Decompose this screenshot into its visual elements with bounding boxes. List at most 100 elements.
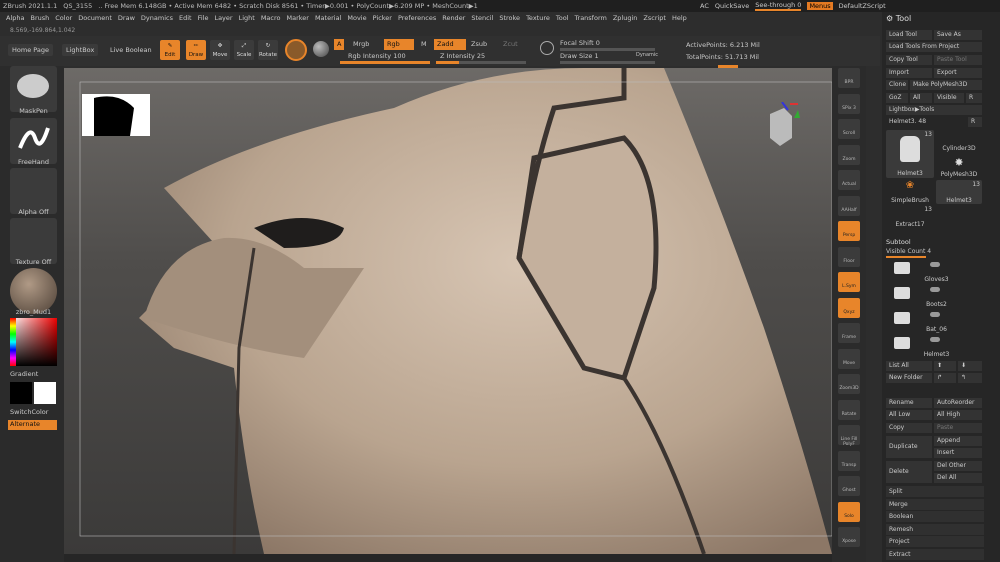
menu-brush[interactable]: Brush	[30, 14, 49, 24]
orientation-head-icon[interactable]	[762, 101, 802, 152]
zcut-toggle[interactable]: Zcut	[500, 39, 521, 50]
alternate-button[interactable]: Alternate	[8, 420, 57, 430]
menu-dynamics[interactable]: Dynamics	[141, 14, 173, 24]
all-button[interactable]: All	[910, 93, 932, 103]
mrgb-toggle[interactable]: Mrgb	[350, 39, 372, 50]
menu-material[interactable]: Material	[315, 14, 341, 24]
menu-texture[interactable]: Texture	[526, 14, 550, 24]
menus-toggle[interactable]: Menus	[807, 2, 833, 10]
copy-subtool-button[interactable]: Copy	[886, 423, 932, 433]
hue-strip[interactable]	[10, 318, 16, 366]
shelf-solo-button[interactable]: Solo	[838, 501, 860, 522]
menu-picker[interactable]: Picker	[373, 14, 392, 24]
section-remesh[interactable]: Remesh	[886, 523, 984, 535]
dynamic-toggle[interactable]: Dynamic	[636, 52, 658, 58]
focal-shift-slider[interactable]	[560, 48, 655, 51]
shelf-bpr-button[interactable]: BPR	[838, 68, 860, 88]
section-split[interactable]: Split	[886, 486, 984, 497]
menu-color[interactable]: Color	[55, 14, 72, 24]
quicksave-button[interactable]: QuickSave	[715, 2, 749, 10]
load-from-project-button[interactable]: Load Tools From Project	[886, 42, 982, 52]
visible-count[interactable]: Visible Count 4	[886, 248, 931, 255]
section-project[interactable]: Project	[886, 536, 984, 547]
menu-stroke[interactable]: Stroke	[499, 14, 520, 24]
paste-subtool-button[interactable]: Paste	[934, 423, 982, 433]
subtool-item[interactable]: Helmet3	[886, 349, 984, 360]
r2-button[interactable]: R	[968, 117, 982, 127]
shelf-qxyz-button[interactable]: Qxyz	[838, 297, 860, 318]
menu-movie[interactable]: Movie	[347, 14, 366, 24]
menu-alpha[interactable]: Alpha	[6, 14, 24, 24]
menu-render[interactable]: Render	[442, 14, 465, 24]
del-other-button[interactable]: Del Other	[934, 461, 982, 471]
menu-stencil[interactable]: Stencil	[471, 14, 493, 24]
autoreorder-button[interactable]: AutoReorder	[934, 398, 982, 408]
shelf-line-fill-polyf-button[interactable]: Line Fill PolyF	[838, 425, 860, 447]
secondary-color-swatch[interactable]	[34, 382, 56, 404]
z-intensity-slider[interactable]	[436, 61, 526, 64]
goz-button[interactable]: GoZ	[886, 93, 908, 103]
menu-preferences[interactable]: Preferences	[398, 14, 436, 24]
shelf-zoom-button[interactable]: Zoom	[838, 144, 860, 165]
visible-button[interactable]: Visible	[934, 93, 964, 103]
tool-thumb-helmet3-b[interactable]: 13 Helmet3	[936, 180, 982, 204]
section-merge[interactable]: Merge	[886, 498, 984, 510]
tool-thumb-helmet3[interactable]: 13 Helmet3	[886, 130, 934, 178]
live-boolean-button[interactable]: Live Boolean	[106, 44, 156, 56]
subtool-visibility-icon[interactable]	[930, 312, 940, 317]
subtool-header[interactable]: Subtool	[886, 238, 911, 246]
subtool-item[interactable]: Gloves3	[886, 274, 984, 285]
shelf-floor-button[interactable]: Floor	[838, 246, 860, 267]
rotate-button[interactable]: ↻ Rotate	[258, 40, 278, 60]
menu-help[interactable]: Help	[672, 14, 687, 24]
viewport-canvas[interactable]	[64, 68, 832, 554]
home-page-button[interactable]: Home Page	[8, 44, 53, 56]
brush-button[interactable]	[10, 66, 57, 112]
clone-button[interactable]: Clone	[886, 80, 908, 90]
rename-button[interactable]: Rename	[886, 398, 932, 408]
load-tool-button[interactable]: Load Tool	[886, 30, 932, 40]
move-out-button[interactable]: ↰	[958, 373, 982, 383]
shelf-aahalf-button[interactable]: AAHalf	[838, 195, 860, 216]
subtool-visibility-icon[interactable]	[930, 287, 940, 292]
shelf-transp-button[interactable]: Transp	[838, 450, 860, 471]
move-up-button[interactable]: ⬆	[934, 361, 956, 371]
subtool-item[interactable]: Boots2	[886, 299, 984, 310]
menu-file[interactable]: File	[198, 14, 209, 24]
menu-layer[interactable]: Layer	[214, 14, 232, 24]
material-sphere-icon[interactable]	[285, 39, 307, 61]
del-all-button[interactable]: Del All	[934, 473, 982, 483]
scale-button[interactable]: ⤢ Scale	[234, 40, 254, 60]
menu-zscript[interactable]: Zscript	[643, 14, 666, 24]
list-all-button[interactable]: List All	[886, 361, 932, 371]
all-high-button[interactable]: All High	[934, 410, 982, 420]
subtool-visibility-icon[interactable]	[930, 262, 940, 267]
color-picker[interactable]	[10, 318, 57, 366]
move-button[interactable]: ✥ Move	[210, 40, 230, 60]
section-extract[interactable]: Extract	[886, 548, 984, 560]
shelf-l-sym-button[interactable]: L.Sym	[838, 272, 860, 292]
shelf-ghost-button[interactable]: Ghost	[838, 476, 860, 496]
menu-draw[interactable]: Draw	[118, 14, 135, 24]
shelf-rotate-button[interactable]: Rotate	[838, 399, 860, 420]
main-color-swatch[interactable]	[10, 382, 32, 404]
move-in-button[interactable]: ↱	[934, 373, 956, 383]
tool-thumb-simplebrush[interactable]: ❀ SimpleBrush	[886, 180, 934, 204]
copy-tool-button[interactable]: Copy Tool	[886, 55, 932, 65]
edit-button[interactable]: ✎ Edit	[160, 40, 180, 60]
shelf-zoom3d-button[interactable]: Zoom3D	[838, 374, 860, 394]
shelf-persp-button[interactable]: Persp	[838, 221, 860, 241]
make-polymesh-button[interactable]: Make PolyMesh3D	[910, 80, 982, 90]
move-down-button[interactable]: ⬇	[958, 361, 982, 371]
subtool-visibility-icon[interactable]	[930, 337, 940, 342]
default-zscript-button[interactable]: DefaultZScript	[839, 2, 886, 10]
lightbox-tools-button[interactable]: Lightbox▶Tools	[886, 105, 982, 115]
menu-marker[interactable]: Marker	[286, 14, 308, 24]
see-through-slider[interactable]: See-through 0	[755, 1, 802, 11]
menu-zplugin[interactable]: Zplugin	[613, 14, 638, 24]
section-boolean[interactable]: Boolean	[886, 511, 984, 522]
duplicate-button[interactable]: Duplicate	[886, 436, 932, 458]
menu-tool[interactable]: Tool	[556, 14, 569, 24]
menu-transform[interactable]: Transform	[575, 14, 607, 24]
draw-button[interactable]: ✏ Draw	[186, 40, 206, 60]
